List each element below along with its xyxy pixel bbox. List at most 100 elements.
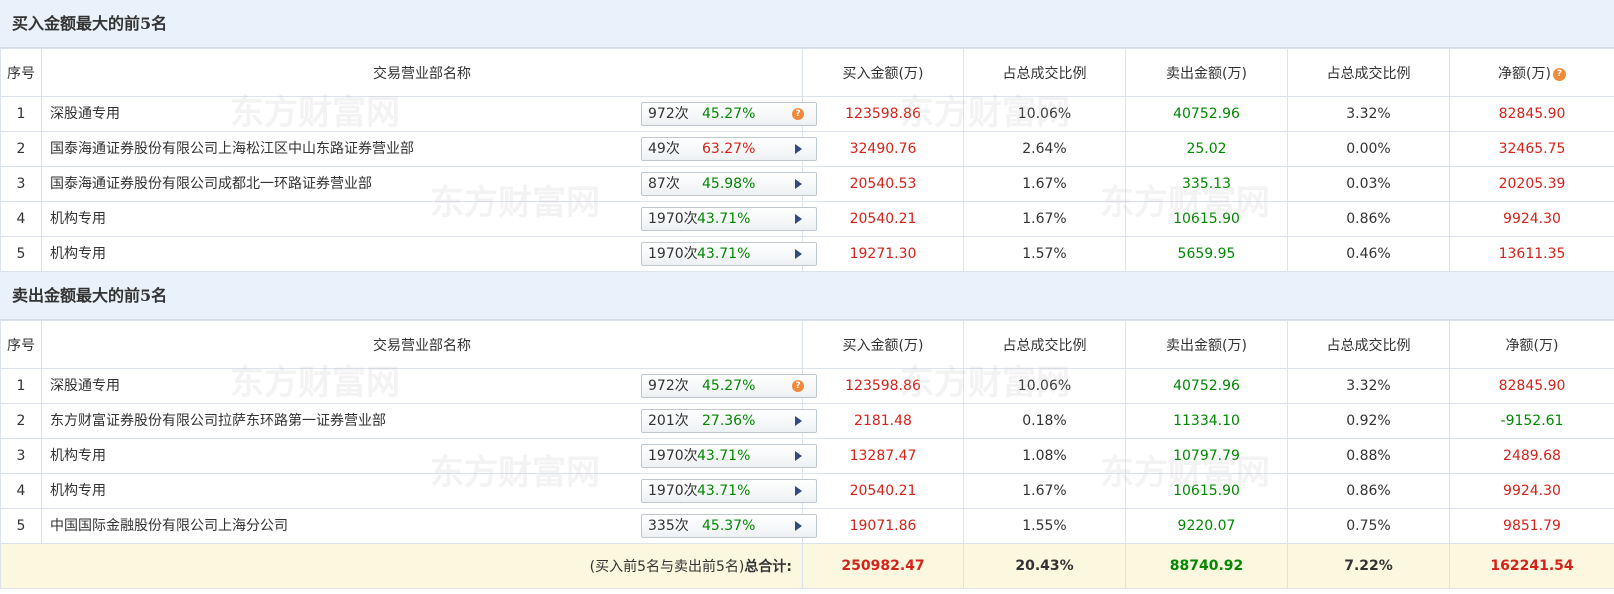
triangle-right-icon[interactable] bbox=[795, 179, 802, 189]
branch-stats-button[interactable]: 201次 27.36% bbox=[641, 409, 817, 433]
buy-amount: 13287.47 bbox=[802, 438, 964, 474]
triangle-right-icon[interactable] bbox=[795, 144, 802, 154]
header-buy-amount[interactable]: 买入金额(万) bbox=[802, 48, 964, 97]
net-amount: 32465.75 bbox=[1449, 131, 1614, 167]
branch-cell: 东方财富证券股份有限公司拉萨东环路第一证券营业部 201次 27.36% bbox=[41, 403, 817, 439]
buy-amount: 19071.86 bbox=[802, 508, 964, 544]
branch-stats-button[interactable]: 1970次 43.71% bbox=[641, 242, 817, 266]
row-index: 4 bbox=[0, 201, 42, 237]
buy-ratio: 10.06% bbox=[963, 96, 1126, 132]
net-amount: 9924.30 bbox=[1449, 201, 1614, 237]
header-branch-name: 交易营业部名称 bbox=[41, 320, 803, 369]
buy-ratio: 1.67% bbox=[963, 201, 1126, 237]
sell-ratio: 0.86% bbox=[1287, 473, 1450, 509]
branch-win-rate: 45.27% bbox=[702, 378, 756, 394]
branch-win-rate: 63.27% bbox=[702, 141, 756, 157]
question-circle-icon[interactable]: ? bbox=[792, 108, 804, 120]
row-index: 4 bbox=[0, 473, 42, 509]
branch-name-link[interactable]: 机构专用 bbox=[50, 211, 106, 227]
triangle-right-icon[interactable] bbox=[795, 416, 802, 426]
question-circle-icon[interactable]: ? bbox=[1552, 67, 1566, 81]
branch-stats-button[interactable]: 1970次 43.71% bbox=[641, 444, 817, 468]
triangle-right-icon[interactable] bbox=[795, 521, 802, 531]
row-index: 1 bbox=[0, 368, 42, 404]
total-row: (买入前5名与卖出前5名)总合计: 250982.47 20.43% 88740… bbox=[0, 543, 1614, 589]
net-amount: 9924.30 bbox=[1449, 473, 1614, 509]
header-sell-amount[interactable]: 卖出金额(万) bbox=[1125, 48, 1288, 97]
header-sell-ratio[interactable]: 占总成交比例 bbox=[1287, 320, 1450, 369]
branch-cell: 机构专用 1970次 43.71% bbox=[41, 438, 817, 474]
branch-cell: 深股通专用 972次 45.27%? bbox=[41, 368, 817, 404]
branch-name-link[interactable]: 深股通专用 bbox=[50, 378, 120, 394]
triangle-right-icon[interactable] bbox=[795, 249, 802, 259]
branch-cell: 国泰海通证券股份有限公司上海松江区中山东路证券营业部 49次 63.27% bbox=[41, 131, 817, 167]
branch-name-link[interactable]: 机构专用 bbox=[50, 448, 106, 464]
branch-name-link[interactable]: 机构专用 bbox=[50, 483, 106, 499]
table-row: 5 机构专用 1970次 43.71% 19271.30 1.57% 5659.95 0.46… bbox=[0, 236, 1614, 272]
buy-amount: 123598.86 bbox=[802, 96, 964, 132]
table-row: 5 中国国际金融股份有限公司上海分公司 335次 45.37% 19071.86 1.55… bbox=[0, 508, 1614, 544]
table-row: 3 机构专用 1970次 43.71% 13287.47 1.08% 10797.79 0.8… bbox=[0, 438, 1614, 474]
table-header-row: 序号 交易营业部名称 买入金额(万) 占总成交比例 卖出金额(万) 占总成交比例… bbox=[0, 320, 1614, 369]
triangle-right-icon[interactable] bbox=[795, 214, 802, 224]
branch-stats-button[interactable]: 49次 63.27% bbox=[641, 137, 817, 161]
header-net-amount[interactable]: 净额(万)? bbox=[1449, 48, 1614, 97]
branch-cell: 机构专用 1970次 43.71% bbox=[41, 473, 817, 509]
branch-trade-count: 87次 bbox=[648, 176, 680, 192]
sell-ratio: 0.00% bbox=[1287, 131, 1450, 167]
branch-stats-button[interactable]: 1970次 43.71% bbox=[641, 207, 817, 231]
sell-amount: 335.13 bbox=[1125, 166, 1288, 202]
header-buy-amount[interactable]: 买入金额(万) bbox=[802, 320, 964, 369]
branch-trade-count: 1970次 bbox=[648, 448, 698, 464]
sell-ratio: 0.92% bbox=[1287, 403, 1450, 439]
branch-stats-button[interactable]: 1970次 43.71% bbox=[641, 479, 817, 503]
header-buy-ratio[interactable]: 占总成交比例 bbox=[963, 320, 1126, 369]
header-index: 序号 bbox=[0, 48, 42, 97]
total-label: (买入前5名与卖出前5名)总合计: bbox=[0, 543, 803, 589]
sell-amount: 40752.96 bbox=[1125, 96, 1288, 132]
total-buy: 250982.47 bbox=[802, 543, 964, 589]
net-amount: -9152.61 bbox=[1449, 403, 1614, 439]
branch-name-link[interactable]: 中国国际金融股份有限公司上海分公司 bbox=[50, 518, 288, 534]
sell-amount: 11334.10 bbox=[1125, 403, 1288, 439]
sell-amount: 10615.90 bbox=[1125, 201, 1288, 237]
header-buy-ratio[interactable]: 占总成交比例 bbox=[963, 48, 1126, 97]
triangle-right-icon[interactable] bbox=[795, 486, 802, 496]
branch-name-link[interactable]: 东方财富证券股份有限公司拉萨东环路第一证券营业部 bbox=[50, 413, 386, 429]
branch-stats-button[interactable]: 972次 45.27%? bbox=[641, 374, 817, 398]
question-circle-icon[interactable]: ? bbox=[792, 380, 804, 392]
table-row: 3 国泰海通证券股份有限公司成都北一环路证券营业部 87次 45.98% 20540.5… bbox=[0, 166, 1614, 202]
branch-stats-button[interactable]: 335次 45.37% bbox=[641, 514, 817, 538]
branch-name-link[interactable]: 国泰海通证券股份有限公司成都北一环路证券营业部 bbox=[50, 176, 372, 192]
total-label-bold: 总合计: bbox=[744, 559, 792, 575]
branch-cell: 深股通专用 972次 45.27%? bbox=[41, 96, 817, 132]
branch-win-rate: 45.98% bbox=[702, 176, 756, 192]
header-net-amount[interactable]: 净额(万) bbox=[1449, 320, 1614, 369]
net-amount: 9851.79 bbox=[1449, 508, 1614, 544]
header-sell-ratio[interactable]: 占总成交比例 bbox=[1287, 48, 1450, 97]
net-amount: 20205.39 bbox=[1449, 166, 1614, 202]
branch-stats-button[interactable]: 87次 45.98% bbox=[641, 172, 817, 196]
branch-win-rate: 43.71% bbox=[697, 483, 751, 499]
row-index: 2 bbox=[0, 131, 42, 167]
sell-ratio: 0.03% bbox=[1287, 166, 1450, 202]
branch-trade-count: 972次 bbox=[648, 378, 689, 394]
buy-ratio: 0.18% bbox=[963, 403, 1126, 439]
branch-cell: 机构专用 1970次 43.71% bbox=[41, 236, 817, 272]
branch-trade-count: 1970次 bbox=[648, 483, 698, 499]
branch-name-link[interactable]: 国泰海通证券股份有限公司上海松江区中山东路证券营业部 bbox=[50, 141, 414, 157]
header-sell-amount[interactable]: 卖出金额(万) bbox=[1125, 320, 1288, 369]
branch-stats-button[interactable]: 972次 45.27%? bbox=[641, 102, 817, 126]
branch-win-rate: 43.71% bbox=[697, 211, 751, 227]
branch-name-link[interactable]: 深股通专用 bbox=[50, 106, 120, 122]
triangle-right-icon[interactable] bbox=[795, 451, 802, 461]
buy-ratio: 1.67% bbox=[963, 166, 1126, 202]
sell-amount: 10615.90 bbox=[1125, 473, 1288, 509]
table-row: 1 深股通专用 972次 45.27%? 123598.86 10.06% 40752.96… bbox=[0, 368, 1614, 404]
row-index: 5 bbox=[0, 508, 42, 544]
row-index: 1 bbox=[0, 96, 42, 132]
buy-amount: 19271.30 bbox=[802, 236, 964, 272]
net-amount: 2489.68 bbox=[1449, 438, 1614, 474]
branch-name-link[interactable]: 机构专用 bbox=[50, 246, 106, 262]
branch-trade-count: 1970次 bbox=[648, 211, 698, 227]
